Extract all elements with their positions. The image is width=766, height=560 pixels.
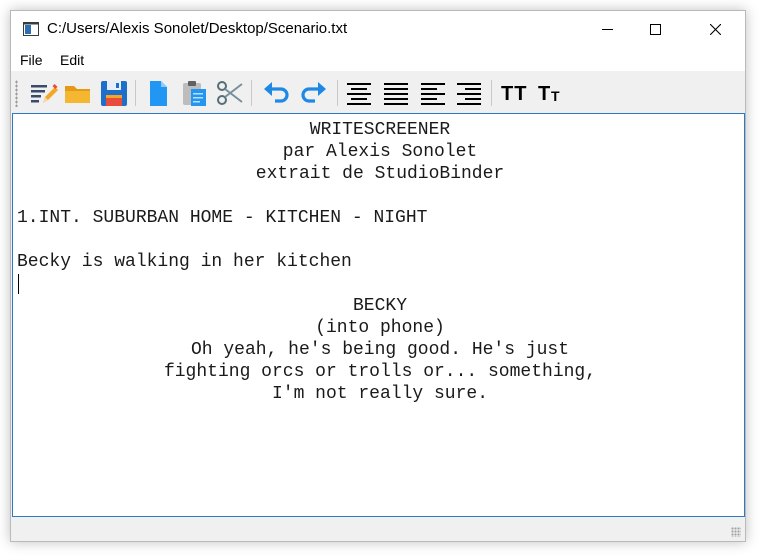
- undo-button[interactable]: [261, 78, 291, 108]
- align-justify-button[interactable]: [381, 78, 411, 108]
- toolbar-separator: [135, 80, 136, 106]
- maximize-button[interactable]: [632, 11, 678, 47]
- window-title: C:/Users/Alexis Sonolet/Desktop/Scenario…: [47, 20, 348, 37]
- align-center-button[interactable]: [344, 78, 374, 108]
- redo-button[interactable]: [299, 78, 329, 108]
- small-caps-button[interactable]: T T: [534, 78, 564, 108]
- toolbar: TT T T: [11, 74, 745, 112]
- minimize-icon: [602, 29, 613, 30]
- resize-grip[interactable]: [731, 527, 741, 537]
- paste-button[interactable]: [179, 78, 209, 108]
- document-line: Becky is walking in her kitchen: [17, 252, 352, 272]
- align-right-icon: [457, 83, 481, 105]
- toolbar-separator: [491, 80, 492, 106]
- uppercase-icon: TT: [501, 83, 528, 105]
- document-line: BECKY: [352, 296, 407, 316]
- status-bar: [11, 517, 745, 541]
- copy-icon: [150, 81, 167, 106]
- uppercase-button[interactable]: TT: [498, 78, 528, 108]
- paste-icon: [183, 81, 206, 106]
- close-button[interactable]: [692, 11, 738, 47]
- menu-bar: File Edit: [11, 47, 745, 71]
- align-right-button[interactable]: [454, 78, 484, 108]
- save-icon: [101, 81, 127, 106]
- app-window: C:/Users/Alexis Sonolet/Desktop/Scenario…: [10, 10, 746, 542]
- toolbar-grip[interactable]: [15, 80, 18, 107]
- menu-edit[interactable]: Edit: [60, 52, 84, 68]
- cut-icon: [217, 81, 243, 105]
- redo-icon: [301, 82, 326, 103]
- copy-button[interactable]: [143, 78, 173, 108]
- open-folder-icon: [65, 86, 90, 103]
- document-line: par Alexis Sonolet: [282, 142, 478, 162]
- align-center-icon: [347, 83, 371, 105]
- toolbar-separator: [337, 80, 338, 106]
- document-line: extrait de StudioBinder: [255, 164, 505, 184]
- text-editor[interactable]: WRITESCREENER par Alexis Sonolet extrait d…: [12, 113, 745, 517]
- document-line: WRITESCREENER: [309, 120, 451, 140]
- align-justify-icon: [384, 83, 408, 105]
- save-button[interactable]: [99, 78, 129, 108]
- document-line: (into phone): [315, 318, 445, 338]
- close-icon: [710, 24, 721, 35]
- small-caps-big-t: T: [538, 83, 551, 105]
- minimize-button[interactable]: [584, 11, 630, 47]
- menu-file[interactable]: File: [20, 52, 43, 68]
- document-line: Oh yeah, he's being good. He's just: [190, 340, 570, 360]
- document-line: fighting orcs or trolls or... something,: [163, 362, 597, 382]
- title-bar[interactable]: C:/Users/Alexis Sonolet/Desktop/Scenario…: [11, 11, 745, 47]
- new-document-icon: [31, 84, 58, 103]
- app-icon: [23, 22, 39, 36]
- maximize-icon: [650, 24, 661, 35]
- cut-button[interactable]: [215, 78, 245, 108]
- new-document-button[interactable]: [29, 78, 59, 108]
- document-line: I'm not really sure.: [271, 384, 489, 404]
- align-left-button[interactable]: [418, 78, 448, 108]
- open-button[interactable]: [63, 78, 93, 108]
- small-caps-small-t: T: [551, 88, 560, 104]
- undo-icon: [264, 82, 289, 103]
- align-left-icon: [421, 83, 445, 105]
- toolbar-separator: [251, 80, 252, 106]
- document-line: 1.INT. SUBURBAN HOME - KITCHEN - NIGHT: [17, 208, 428, 228]
